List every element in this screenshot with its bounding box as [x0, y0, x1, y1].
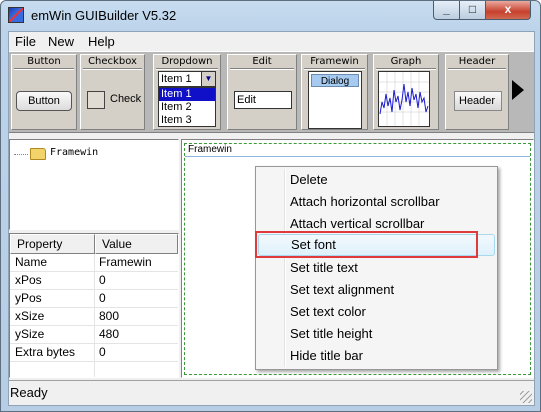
tool-label: Dropdown	[161, 56, 213, 67]
widget-tree[interactable]: Framewin	[9, 139, 179, 230]
property-value[interactable]: 800	[99, 309, 119, 323]
app-icon	[8, 7, 24, 23]
status-text: Ready	[10, 385, 48, 400]
tree-item-label: Framewin	[50, 147, 99, 158]
widget-toolbar: Button Button Checkbox Check Dropdown It…	[9, 51, 534, 133]
context-menu: Delete Attach horizontal scrollbar Attac…	[255, 166, 498, 370]
dropdown-option: Item 1	[159, 88, 215, 101]
resize-grip-icon[interactable]	[520, 391, 532, 403]
property-name: xSize	[15, 309, 45, 323]
scroll-right-icon[interactable]	[512, 80, 524, 100]
graph-preview-plot	[379, 72, 429, 126]
property-header: Property Value	[10, 234, 178, 254]
menu-item-hide-title-bar[interactable]: Hide title bar	[258, 345, 495, 367]
graph-icon	[378, 71, 430, 127]
tool-checkbox[interactable]: Checkbox Check	[80, 54, 145, 130]
property-value[interactable]: 0	[99, 273, 106, 287]
property-row[interactable]: Extra bytes 0	[10, 344, 178, 362]
window-title: emWin GUIBuilder V5.32	[31, 8, 177, 23]
tool-divider	[304, 68, 365, 70]
minimize-icon: _	[443, 2, 450, 16]
menu-item-set-title-height[interactable]: Set title height	[258, 323, 495, 345]
dropdown-option: Item 3	[161, 114, 192, 126]
tool-label: Button	[27, 56, 61, 67]
folder-icon	[30, 148, 46, 160]
maximize-icon: □	[468, 2, 477, 16]
tool-divider	[448, 68, 506, 70]
title-bar[interactable]: emWin GUIBuilder V5.32 _ □ x	[1, 1, 540, 31]
tool-label: Edit	[252, 56, 272, 67]
property-row[interactable]: ySize 480	[10, 326, 178, 344]
property-value[interactable]: 480	[99, 327, 119, 341]
menu-item-delete[interactable]: Delete	[258, 169, 495, 191]
column-header-property[interactable]: Property	[10, 234, 95, 254]
property-name: yPos	[15, 291, 42, 305]
tool-label: Graph	[390, 56, 422, 67]
button-widget-preview: Button	[16, 91, 72, 111]
tool-label: Header	[458, 56, 496, 67]
menu-file[interactable]: File	[15, 34, 36, 49]
property-grid: Property Value Name Framewin xPos 0 yPos…	[9, 233, 179, 378]
status-bar: Ready	[9, 380, 534, 405]
menu-new[interactable]: New	[48, 34, 74, 49]
property-row[interactable]: yPos 0	[10, 290, 178, 308]
tool-divider	[156, 68, 218, 70]
menu-item-set-title-text[interactable]: Set title text	[258, 257, 495, 279]
checkbox-widget-label: Check	[110, 93, 142, 105]
menu-item-set-text-alignment[interactable]: Set text alignment	[258, 279, 495, 301]
maximize-button[interactable]: □	[459, 1, 486, 20]
column-header-value[interactable]: Value	[95, 234, 178, 254]
tool-graph[interactable]: Graph	[373, 54, 439, 130]
property-name: Name	[15, 255, 48, 269]
menu-item-set-text-color[interactable]: Set text color	[258, 301, 495, 323]
menu-item-attach-horizontal-scrollbar[interactable]: Attach horizontal scrollbar	[258, 191, 495, 213]
property-name: Extra bytes	[15, 345, 76, 359]
dropdown-list: Item 1 Item 2 Item 3	[158, 87, 216, 127]
tool-label: Checkbox	[88, 56, 137, 67]
dropdown-widget-preview: Item 1 ▼	[158, 71, 216, 87]
property-row[interactable]: xSize 800	[10, 308, 178, 326]
property-row[interactable]: Name Framewin	[10, 254, 178, 272]
framewin-caption[interactable]: Framewin	[185, 144, 530, 157]
property-value[interactable]: Framewin	[99, 255, 152, 269]
property-row[interactable]: xPos 0	[10, 272, 178, 290]
framewin-widget-preview: Dialog	[308, 71, 362, 129]
tool-framewin[interactable]: Framewin Dialog	[301, 54, 368, 130]
highlight-annotation	[255, 231, 478, 258]
tool-divider	[230, 68, 294, 70]
tool-header[interactable]: Header Header	[445, 54, 509, 130]
tool-divider	[83, 68, 142, 70]
tree-connector	[14, 154, 28, 155]
framewin-preview-title: Dialog	[311, 74, 359, 87]
menu-help[interactable]: Help	[88, 34, 115, 49]
edit-widget-preview: Edit	[234, 91, 292, 109]
minimize-button[interactable]: _	[433, 1, 460, 20]
tool-label: Framewin	[310, 56, 359, 67]
close-button[interactable]: x	[485, 1, 531, 20]
chevron-down-icon: ▼	[201, 72, 215, 86]
property-name: xPos	[15, 273, 42, 287]
dropdown-selected: Item 1	[161, 73, 192, 85]
property-value[interactable]: 0	[99, 291, 106, 305]
close-icon: x	[504, 2, 512, 16]
checkbox-icon	[87, 91, 105, 109]
tool-button[interactable]: Button Button	[11, 54, 77, 130]
tool-edit[interactable]: Edit Edit	[227, 54, 297, 130]
property-name: ySize	[15, 327, 45, 341]
tool-divider	[376, 68, 436, 70]
tool-divider	[14, 68, 74, 70]
property-value[interactable]: 0	[99, 345, 106, 359]
tool-dropdown[interactable]: Dropdown Item 1 ▼ Item 1 Item 2 Item 3	[153, 54, 221, 130]
menu-bar: File New Help	[9, 32, 534, 51]
dropdown-option: Item 2	[161, 101, 192, 113]
header-widget-preview: Header	[454, 91, 502, 111]
